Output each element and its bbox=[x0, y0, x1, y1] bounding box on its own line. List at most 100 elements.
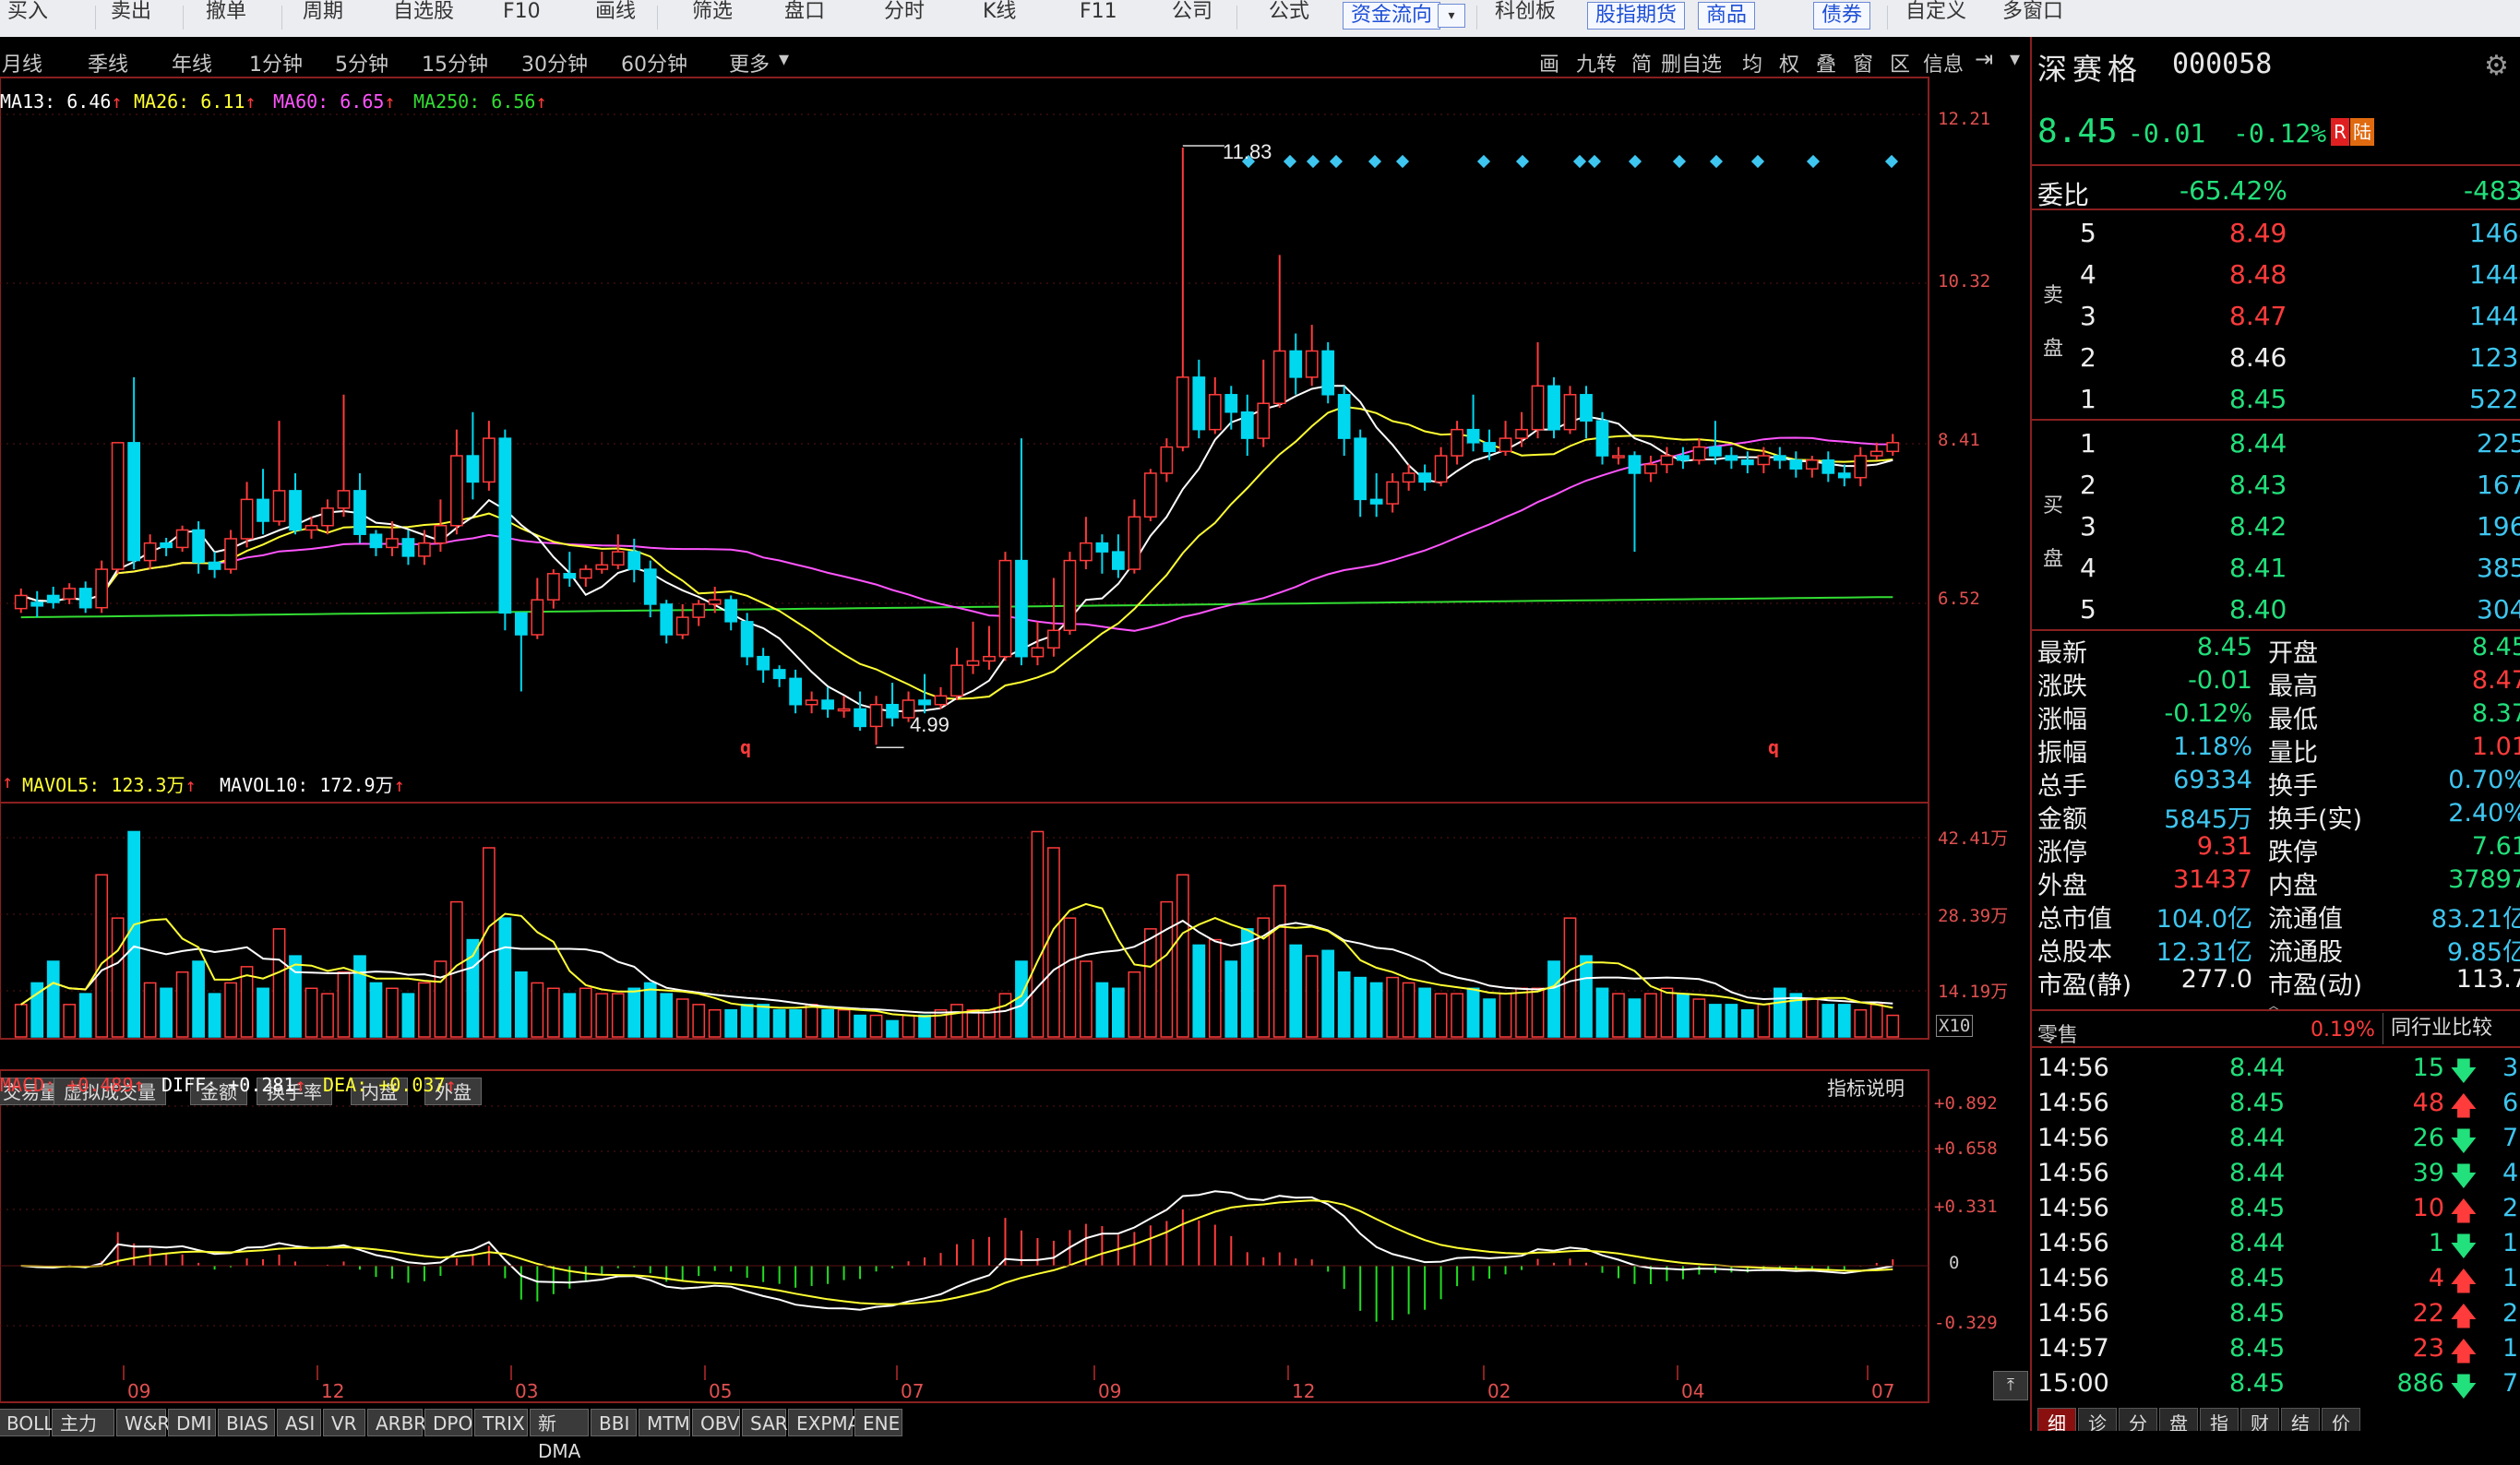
candle-body bbox=[401, 538, 415, 557]
chart-tool-7[interactable]: 窗 bbox=[1853, 48, 1873, 77]
toolbar-btn-20[interactable]: 多窗口 bbox=[2002, 0, 2063, 37]
pin-icon[interactable]: ⇥ bbox=[1975, 46, 1993, 72]
toolbar-btn-15[interactable]: 科创板 bbox=[1495, 0, 1556, 37]
quote-tab-2[interactable]: 分 bbox=[2119, 1408, 2157, 1431]
quote-tab-1[interactable]: 诊 bbox=[2078, 1408, 2117, 1431]
toolbar-btn-13[interactable]: 公式 bbox=[1269, 0, 1309, 37]
candle-body bbox=[1015, 559, 1028, 658]
tick-price: 8.44 bbox=[2229, 1054, 2286, 1082]
price-axis-label: 12.21 bbox=[1938, 109, 1991, 129]
chart-tool-6[interactable]: 叠 bbox=[1816, 48, 1836, 77]
toolbar-btn-8[interactable]: 盘口 bbox=[784, 0, 825, 37]
indicator-tab-0[interactable]: BOLL bbox=[0, 1409, 54, 1436]
indicator-tab-15[interactable]: EXPMA bbox=[788, 1409, 860, 1436]
scroll-up-button[interactable]: ⤒ bbox=[1993, 1371, 2028, 1400]
quote-tab-7[interactable]: 价 bbox=[2322, 1408, 2360, 1431]
indicator-tab-4[interactable]: BIAS bbox=[218, 1409, 275, 1436]
indicator-tab-2[interactable]: W&R bbox=[116, 1409, 170, 1436]
chevron-down-icon[interactable]: ▾ bbox=[779, 48, 789, 71]
period-tab-0[interactable]: 月线 bbox=[2, 48, 42, 77]
toolbar-btn-19[interactable]: 自定义 bbox=[1905, 0, 1966, 37]
tick-time: 14:57 bbox=[2037, 1334, 2109, 1363]
toolbar-btn-18[interactable]: 债券 bbox=[1813, 2, 1871, 30]
indicator-tab-16[interactable]: ENE bbox=[854, 1409, 902, 1436]
toolbar-btn-14[interactable]: 资金流向 bbox=[1343, 2, 1441, 30]
quote-tab-4[interactable]: 指 bbox=[2200, 1408, 2239, 1431]
period-tab-8[interactable]: 更多 bbox=[729, 48, 770, 77]
period-tab-3[interactable]: 1分钟 bbox=[249, 48, 303, 77]
indicator-tab-6[interactable]: VR bbox=[323, 1409, 365, 1436]
peer-compare-tab[interactable]: 同行业比较 bbox=[2383, 1013, 2500, 1044]
sector-label[interactable]: 零售 bbox=[2037, 1018, 2078, 1048]
indicator-tab-9[interactable]: TRIX bbox=[474, 1409, 528, 1436]
period-tab-4[interactable]: 5分钟 bbox=[335, 48, 388, 77]
ask-row[interactable]: 3 8.47 1441 bbox=[2032, 295, 2520, 336]
r-badge[interactable]: R bbox=[2331, 118, 2349, 146]
toolbar-btn-2[interactable]: 撤单 bbox=[206, 0, 246, 37]
volume-bar bbox=[272, 928, 286, 1038]
indicator-tab-7[interactable]: ARBR bbox=[367, 1409, 426, 1436]
toolbar-btn-5[interactable]: F10 bbox=[503, 0, 541, 37]
bid-row[interactable]: 5 8.40 304 bbox=[2032, 589, 2520, 629]
period-tab-5[interactable]: 15分钟 bbox=[422, 48, 488, 77]
indicator-help-button[interactable]: 指标说明 bbox=[1827, 1074, 1905, 1102]
indicator-tab-12[interactable]: MTM bbox=[639, 1409, 690, 1436]
toolbar-btn-0[interactable]: 买入 bbox=[7, 0, 48, 37]
period-tab-7[interactable]: 60分钟 bbox=[621, 48, 687, 77]
chart-tool-1[interactable]: 九转 bbox=[1576, 48, 1617, 77]
bid-row[interactable]: 1 8.44 225 bbox=[2032, 423, 2520, 463]
chart-tool-9[interactable]: 信息 bbox=[1923, 48, 1964, 77]
divider bbox=[2032, 1009, 2520, 1011]
toolbar-btn-17[interactable]: 商品 bbox=[1698, 2, 1756, 30]
ask-row[interactable]: 5 8.49 1464 bbox=[2032, 212, 2520, 253]
tick-volume: 22 bbox=[2412, 1299, 2444, 1328]
hk-connect-badge[interactable]: 陆 bbox=[2350, 118, 2374, 146]
toolbar-btn-3[interactable]: 周期 bbox=[303, 0, 343, 37]
indicator-tab-8[interactable]: DPO bbox=[424, 1409, 472, 1436]
indicator-tab-5[interactable]: ASI bbox=[277, 1409, 321, 1436]
quote-tab-0[interactable]: 细 bbox=[2037, 1408, 2076, 1431]
chart-tool-0[interactable]: 画 bbox=[1539, 48, 1559, 77]
event-marker[interactable]: q bbox=[740, 736, 751, 758]
indicator-tab-3[interactable]: DMI bbox=[168, 1409, 216, 1436]
chart-tool-2[interactable]: 简 bbox=[1631, 48, 1652, 77]
quote-tab-6[interactable]: 结 bbox=[2281, 1408, 2320, 1431]
chart-tool-8[interactable]: 区 bbox=[1890, 48, 1910, 77]
indicator-tab-14[interactable]: SAR bbox=[742, 1409, 788, 1436]
ma-legend-1: MA26: 6.11↑ bbox=[134, 90, 256, 113]
period-tab-1[interactable]: 季线 bbox=[88, 48, 128, 77]
ask-row[interactable]: 1 8.45 522 bbox=[2032, 378, 2520, 419]
chart-tool-5[interactable]: 权 bbox=[1779, 48, 1799, 77]
toolbar-btn-12[interactable]: 公司 bbox=[1172, 0, 1212, 37]
bid-row[interactable]: 3 8.42 196 bbox=[2032, 506, 2520, 546]
period-tab-6[interactable]: 30分钟 bbox=[521, 48, 588, 77]
toolbar-btn-1[interactable]: 卖出 bbox=[111, 0, 151, 37]
bid-row[interactable]: 4 8.41 385 bbox=[2032, 547, 2520, 588]
chevron-down-icon[interactable]: ▾ bbox=[1438, 4, 1465, 28]
chevron-up-icon[interactable]: ︿ bbox=[2266, 993, 2281, 1015]
period-tab-2[interactable]: 年线 bbox=[172, 48, 212, 77]
quote-tab-3[interactable]: 盘 bbox=[2159, 1408, 2198, 1431]
indicator-tab-13[interactable]: OBV bbox=[692, 1409, 740, 1436]
bid-row[interactable]: 2 8.43 167 bbox=[2032, 464, 2520, 505]
volume-bar bbox=[1321, 949, 1335, 1038]
chevron-down-icon[interactable]: ▾ bbox=[2010, 48, 2020, 71]
indicator-tab-1[interactable]: 主力 bbox=[52, 1409, 114, 1436]
toolbar-btn-6[interactable]: 画线 bbox=[595, 0, 636, 37]
gear-icon[interactable]: ⚙ bbox=[2484, 50, 2509, 82]
toolbar-btn-10[interactable]: K线 bbox=[983, 0, 1016, 37]
toolbar-btn-11[interactable]: F11 bbox=[1080, 0, 1117, 37]
chart-tool-4[interactable]: 均 bbox=[1742, 48, 1762, 77]
toolbar-btn-7[interactable]: 筛选 bbox=[692, 0, 733, 37]
quote-tab-5[interactable]: 财 bbox=[2240, 1408, 2279, 1431]
toolbar-btn-9[interactable]: 分时 bbox=[884, 0, 925, 37]
chart-tool-3[interactable]: 删自选 bbox=[1661, 48, 1722, 77]
volume-bar bbox=[1886, 1014, 1900, 1038]
ask-row[interactable]: 4 8.48 1444 bbox=[2032, 254, 2520, 294]
indicator-tab-10[interactable]: 新DMA bbox=[530, 1409, 589, 1462]
indicator-tab-11[interactable]: BBI bbox=[591, 1409, 637, 1436]
toolbar-btn-4[interactable]: 自选股 bbox=[393, 0, 454, 37]
ask-row[interactable]: 2 8.46 1237 bbox=[2032, 337, 2520, 377]
event-marker[interactable]: q bbox=[1768, 736, 1779, 758]
toolbar-btn-16[interactable]: 股指期货 bbox=[1587, 2, 1686, 30]
